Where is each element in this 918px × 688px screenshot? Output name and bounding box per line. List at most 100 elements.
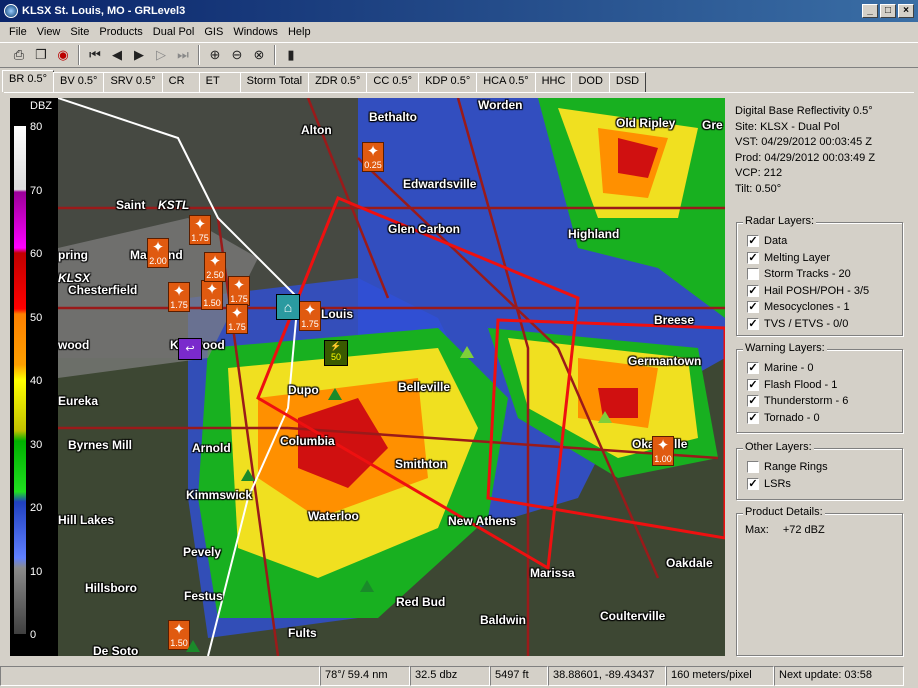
play-icon[interactable]: ▶ [128,44,150,66]
prod-info: Prod: 04/29/2012 00:03:49 Z [735,151,876,164]
menu-help[interactable]: Help [283,26,316,38]
menu-windows[interactable]: Windows [228,26,283,38]
first-frame-icon[interactable]: ⏮ [84,44,106,66]
group-title: Product Details: [743,506,825,518]
tab-dsd[interactable]: DSD [608,72,647,92]
hail-marker[interactable]: ✦ 2.50 [204,252,226,282]
layer-mesocyclones[interactable]: ✓ Mesocyclones - 1 [737,299,902,316]
zoom-out-icon[interactable]: ⊖ [226,44,248,66]
other-layers-group: Other Layers: Range Rings ✓ LSRs [736,441,903,500]
map-label: Hill Lakes [58,513,115,527]
next-frame-icon[interactable]: ▷ [150,44,172,66]
layer-storm-tracks[interactable]: Storm Tracks - 20 [737,266,902,283]
toolbar: ⎙ ❐ ◉ ⏮ ◀ ▶ ▷ ⏭ ⊕ ⊖ ⊗ ▮ [0,42,918,68]
map-label: Fults [288,626,317,640]
legend-tick: 60 [30,248,43,260]
radar-site-icon[interactable]: ◉ [52,44,74,66]
checkbox[interactable]: ✓ [747,235,759,248]
layer-melting[interactable]: ✓ Melting Layer [737,250,902,267]
checkbox[interactable]: ✓ [747,301,759,314]
tab-bv[interactable]: BV 0.5° [53,72,105,92]
tab-hca[interactable]: HCA 0.5° [476,72,536,92]
hail-marker[interactable]: ✦ 1.75 [299,301,321,331]
layer-hail[interactable]: ✓ Hail POSH/POH - 3/5 [737,283,902,300]
menu-view[interactable]: View [32,26,66,38]
map-label: Germantown [628,354,702,368]
status-next-update: Next update: 03:58 [774,666,904,686]
map-label: Alton [301,123,332,137]
checkbox[interactable]: ✓ [747,378,759,391]
map-label: Baldwin [480,613,527,627]
storm-track-icon[interactable] [241,469,255,481]
checkbox[interactable]: ✓ [747,251,759,264]
hail-marker[interactable]: ✦ 1.75 [228,276,250,306]
layer-thunderstorm[interactable]: ✓ Thunderstorm - 6 [737,393,902,410]
menu-gis[interactable]: GIS [199,26,228,38]
legend-toggle-icon[interactable]: ▮ [280,44,302,66]
layer-lsrs[interactable]: ✓ LSRs [737,476,902,493]
storm-track-icon[interactable] [328,388,342,400]
hail-marker[interactable]: ✦ 0.25 [362,142,384,172]
tab-zdr[interactable]: ZDR 0.5° [308,72,368,92]
house-icon[interactable]: ⌂ [276,294,300,320]
close-button[interactable]: × [898,4,914,18]
wind-report-icon[interactable]: ↩ [178,338,202,360]
hail-marker[interactable]: ✦ 1.75 [168,282,190,312]
tab-kdp[interactable]: KDP 0.5° [418,72,478,92]
storm-track-icon[interactable] [360,580,374,592]
layer-flash-flood[interactable]: ✓ Flash Flood - 1 [737,377,902,394]
hail-marker[interactable]: ✦ 2.00 [147,238,169,268]
wind-gust-icon[interactable]: ⚡ 50 [324,340,348,366]
tab-storm-total[interactable]: Storm Total [239,72,310,92]
tab-br[interactable]: BR 0.5° [2,70,55,92]
checkbox[interactable]: ✓ [747,395,759,408]
layer-data[interactable]: ✓ Data [737,233,902,250]
prev-frame-icon[interactable]: ◀ [106,44,128,66]
checkbox[interactable]: ✓ [747,477,759,490]
tab-dod[interactable]: DOD [571,72,610,92]
map-label: Glen Carbon [388,222,461,236]
tab-hhc[interactable]: HHC [534,72,573,92]
tab-cc[interactable]: CC 0.5° [366,72,420,92]
layer-tvs[interactable]: ✓ TVS / ETVS - 0/0 [737,316,902,333]
legend-tick: 0 [30,629,37,641]
hail-marker[interactable]: ✦ 1.50 [201,280,223,310]
mesocyclone-icon[interactable] [598,411,612,423]
print-icon[interactable]: ⎙ [8,44,30,66]
title-bar: KLSX St. Louis, MO - GRLevel3 _ □ × [0,0,918,22]
map-label: Festus [184,589,223,603]
zoom-in-icon[interactable]: ⊕ [204,44,226,66]
hail-marker[interactable]: ✦ 1.75 [189,215,211,245]
checkbox[interactable]: ✓ [747,362,759,375]
mesocyclone-icon[interactable] [460,346,474,358]
tab-cr[interactable]: CR [161,72,200,92]
menu-file[interactable]: File [4,26,32,38]
map-label: KSTL [158,198,190,212]
last-frame-icon[interactable]: ⏭ [172,44,194,66]
hail-marker[interactable]: ✦ 1.75 [226,304,248,334]
checkbox[interactable]: ✓ [747,411,759,424]
storm-track-icon[interactable] [186,640,200,652]
menu-site[interactable]: Site [65,26,94,38]
radar-map[interactable]: Worden Alton Bethalto Old Ripley Gre Edw… [58,98,725,656]
tab-et[interactable]: ET [198,72,241,92]
minimize-button[interactable]: _ [862,4,878,18]
maximize-button[interactable]: □ [880,4,896,18]
hail-marker[interactable]: ✦ 1.00 [652,436,674,466]
zoom-reset-icon[interactable]: ⊗ [248,44,270,66]
copy-icon[interactable]: ❐ [30,44,52,66]
layer-tornado[interactable]: ✓ Tornado - 0 [737,410,902,427]
map-label: Breese [654,313,695,327]
checkbox[interactable]: ✓ [747,284,759,297]
checkbox[interactable]: ✓ [747,317,759,330]
checkbox[interactable] [747,461,759,474]
checkbox[interactable] [747,268,759,281]
layer-marine[interactable]: ✓ Marine - 0 [737,360,902,377]
menu-products[interactable]: Products [94,26,147,38]
legend-tick: 10 [30,566,43,578]
menu-dual-pol[interactable]: Dual Pol [148,26,200,38]
tab-srv[interactable]: SRV 0.5° [103,72,163,92]
group-title: Radar Layers: [743,215,817,227]
layer-range-rings[interactable]: Range Rings [737,459,902,476]
map-label: pring [58,248,88,262]
